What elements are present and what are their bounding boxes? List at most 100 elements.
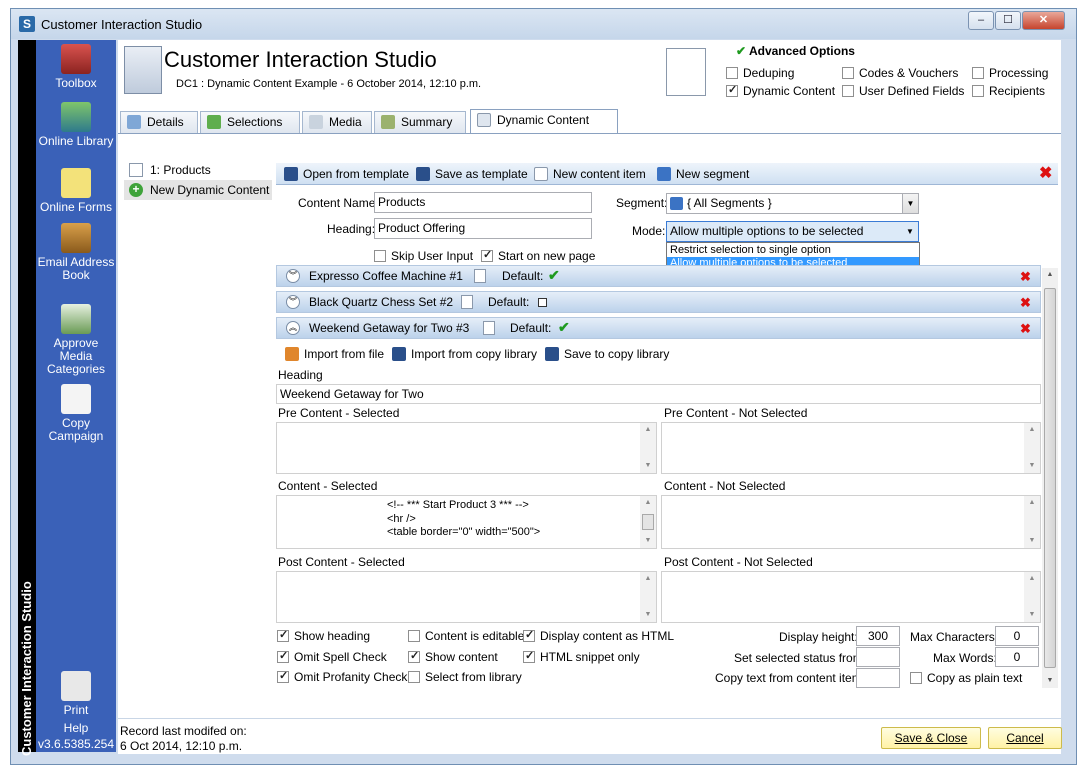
sidebar-item-online-library[interactable]: Online Library: [36, 102, 116, 148]
heading-input[interactable]: Product Offering: [374, 218, 592, 239]
scrollbar[interactable]: ▲ ▼: [1024, 423, 1040, 473]
import-file-button[interactable]: Import from file: [285, 346, 384, 362]
scrollbar[interactable]: ▲ ▼: [1024, 496, 1040, 548]
save-close-button[interactable]: Save & Close: [881, 727, 981, 749]
main-scrollbar[interactable]: ▲ ▼: [1042, 268, 1058, 688]
post-not-selected-textarea[interactable]: ▲ ▼: [661, 571, 1041, 623]
option-codes-vouchers[interactable]: Codes & Vouchers: [842, 66, 958, 80]
cancel-button[interactable]: Cancel: [988, 727, 1062, 749]
codes-vouchers-checkbox[interactable]: [842, 66, 854, 79]
display-height-input[interactable]: 300: [856, 626, 900, 646]
content-item-bar[interactable]: ︾ Expresso Coffee Machine #1 Default: ✔ …: [276, 265, 1041, 287]
tree-item-products[interactable]: 1: Products: [124, 160, 272, 180]
omit-spell-checkbox[interactable]: [277, 649, 289, 663]
tab-dynamic-content[interactable]: Dynamic Content: [470, 109, 618, 134]
document-icon[interactable]: [483, 321, 495, 335]
delete-icon[interactable]: ✖: [1039, 166, 1052, 182]
select-library-checkbox[interactable]: [408, 670, 420, 683]
scrollbar-thumb[interactable]: [1044, 288, 1056, 668]
document-icon[interactable]: [461, 295, 473, 309]
expand-icon[interactable]: ︾: [286, 295, 300, 309]
max-words-input[interactable]: 0: [995, 647, 1039, 667]
copy-text-from-input[interactable]: [856, 668, 900, 688]
tab-selections[interactable]: Selections: [200, 111, 300, 133]
user-defined-fields-checkbox[interactable]: [842, 84, 854, 97]
content-not-selected-textarea[interactable]: ▲ ▼: [661, 495, 1041, 549]
display-html-checkbox[interactable]: [523, 628, 535, 642]
pre-not-selected-textarea[interactable]: ▲ ▼: [661, 422, 1041, 474]
sidebar-item-toolbox[interactable]: Toolbox: [36, 44, 116, 90]
processing-checkbox[interactable]: [972, 66, 984, 79]
delete-icon[interactable]: ✖: [1020, 321, 1031, 337]
mode-select[interactable]: Allow multiple options to be selected ▼: [666, 221, 919, 242]
chevron-down-icon[interactable]: ▼: [640, 534, 656, 548]
scrollbar[interactable]: ▲ ▼: [640, 423, 656, 473]
tab-details[interactable]: Details: [120, 111, 198, 133]
scrollbar[interactable]: ▲ ▼: [1024, 572, 1040, 622]
content-selected-textarea[interactable]: <!-- *** Start Product 3 *** --> <hr /> …: [276, 495, 657, 549]
show-content-option[interactable]: Show content: [408, 649, 498, 664]
chevron-up-icon[interactable]: ▲: [1024, 496, 1040, 510]
chevron-up-icon[interactable]: ▲: [640, 572, 656, 586]
copy-plain-checkbox[interactable]: [910, 671, 922, 684]
default-checkbox[interactable]: [538, 298, 547, 307]
skip-user-input-checkbox[interactable]: [374, 249, 386, 262]
import-copy-library-button[interactable]: Import from copy library: [392, 346, 537, 362]
chevron-down-icon[interactable]: ▼: [902, 194, 918, 213]
tree-item-new-dynamic-content[interactable]: + New Dynamic Content: [124, 180, 272, 200]
set-selected-status-input[interactable]: [856, 647, 900, 667]
scrollbar[interactable]: ▲ ▼: [640, 572, 656, 622]
sidebar-item-online-forms[interactable]: Online Forms: [36, 168, 116, 214]
chevron-down-icon[interactable]: ▼: [1024, 534, 1040, 548]
delete-icon[interactable]: ✖: [1020, 269, 1031, 285]
content-item-bar[interactable]: ︾ Black Quartz Chess Set #2 Default: ✖: [276, 291, 1041, 313]
select-library-option[interactable]: Select from library: [408, 670, 522, 684]
chevron-up-icon[interactable]: ▲: [1024, 423, 1040, 437]
show-heading-checkbox[interactable]: [277, 628, 289, 642]
omit-spell-option[interactable]: Omit Spell Check: [277, 649, 387, 664]
show-content-checkbox[interactable]: [408, 649, 420, 663]
save-template-button[interactable]: Save as template: [416, 166, 528, 182]
content-editable-checkbox[interactable]: [408, 629, 420, 642]
tab-media[interactable]: Media: [302, 111, 372, 133]
collapse-icon[interactable]: ︽: [286, 321, 300, 335]
start-new-page-checkbox[interactable]: [481, 248, 493, 262]
delete-icon[interactable]: ✖: [1020, 295, 1031, 311]
chevron-down-icon[interactable]: ▼: [640, 608, 656, 622]
recipients-checkbox[interactable]: [972, 84, 984, 97]
scrollbar-thumb[interactable]: [642, 514, 654, 530]
chevron-up-icon[interactable]: ▲: [1042, 268, 1058, 282]
save-copy-library-button[interactable]: Save to copy library: [545, 346, 669, 362]
deduping-checkbox[interactable]: [726, 66, 738, 79]
chevron-down-icon[interactable]: ▼: [1042, 674, 1058, 688]
option-processing[interactable]: Processing: [972, 66, 1048, 80]
editor-heading-input[interactable]: Weekend Getaway for Two: [276, 384, 1041, 404]
option-recipients[interactable]: Recipients: [972, 84, 1045, 98]
option-dynamic-content[interactable]: Dynamic Content: [726, 83, 835, 98]
start-new-page-option[interactable]: Start on new page: [481, 248, 595, 263]
chevron-down-icon[interactable]: ▼: [1024, 459, 1040, 473]
minimize-button[interactable]: ‒: [968, 11, 994, 30]
scrollbar[interactable]: ▲ ▼: [640, 496, 656, 548]
display-html-option[interactable]: Display content as HTML: [523, 628, 674, 643]
html-snippet-option[interactable]: HTML snippet only: [523, 649, 640, 664]
omit-profanity-option[interactable]: Omit Profanity Check: [277, 669, 407, 684]
chevron-up-icon[interactable]: ▲: [640, 423, 656, 437]
chevron-up-icon[interactable]: ▲: [640, 496, 656, 510]
dynamic-content-checkbox[interactable]: [726, 83, 738, 97]
sidebar-item-copy-campaign[interactable]: Copy Campaign: [36, 384, 116, 443]
pre-selected-textarea[interactable]: ▲ ▼: [276, 422, 657, 474]
content-item-bar[interactable]: ︽ Weekend Getaway for Two #3 Default: ✔ …: [276, 317, 1041, 339]
chevron-up-icon[interactable]: ▲: [1024, 572, 1040, 586]
sidebar-item-print[interactable]: Print: [36, 671, 116, 717]
open-template-button[interactable]: Open from template: [284, 166, 409, 182]
content-name-input[interactable]: Products: [374, 192, 592, 213]
sidebar-item-approve-media[interactable]: Approve Media Categories: [36, 304, 116, 376]
close-button[interactable]: ✕: [1022, 11, 1065, 30]
option-deduping[interactable]: Deduping: [726, 66, 794, 80]
segment-select[interactable]: { All Segments } ▼: [666, 193, 919, 214]
skip-user-input-option[interactable]: Skip User Input: [374, 249, 473, 263]
chevron-down-icon[interactable]: ▼: [640, 459, 656, 473]
chevron-down-icon[interactable]: ▼: [1024, 608, 1040, 622]
new-content-item-button[interactable]: New content item: [534, 166, 646, 182]
